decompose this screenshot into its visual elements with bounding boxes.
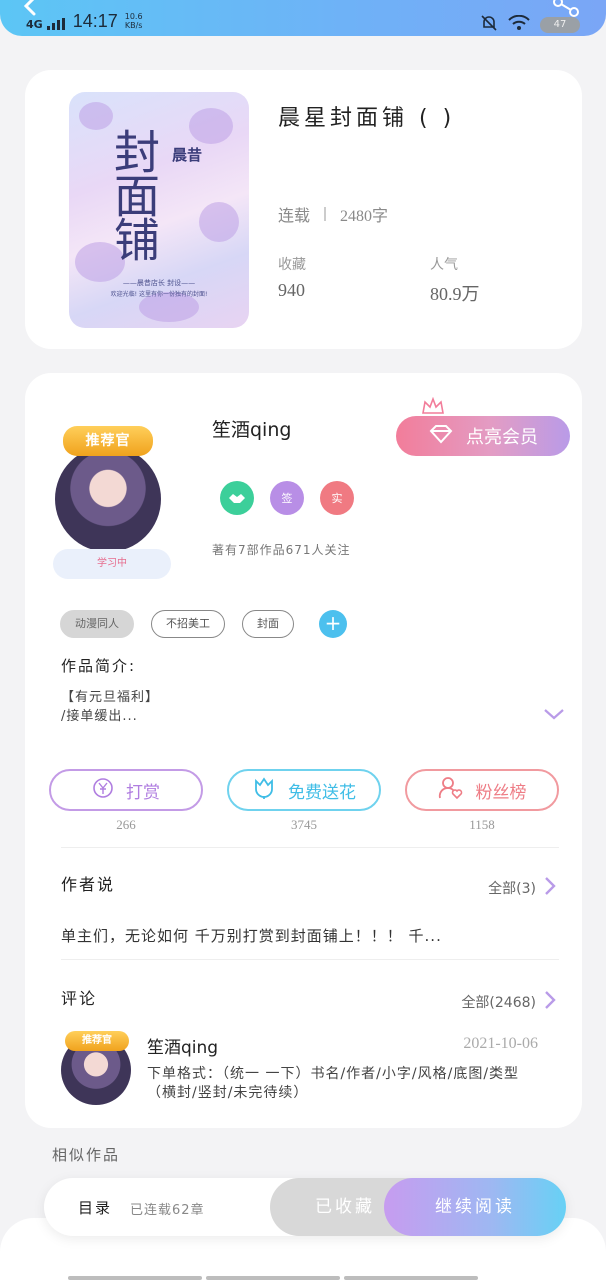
- word-count: 2480字: [340, 208, 389, 225]
- flower-count: 3745: [291, 817, 317, 832]
- similar-works-thumbnails: [68, 1276, 478, 1280]
- comment-text[interactable]: 下单格式：（统一 一下）书名/作者/小字/风格/底图/类型（横封/竖封/未完待续…: [147, 1065, 547, 1103]
- cover-line1: ——晨昔店长 封设——: [122, 279, 196, 287]
- wifi-icon: [508, 14, 530, 35]
- continue-reading-button[interactable]: 继续阅读: [384, 1178, 566, 1236]
- role-badges: 签 实: [220, 481, 354, 515]
- handshake-icon: [220, 481, 254, 515]
- avatar[interactable]: [55, 446, 161, 552]
- tag-item[interactable]: 动漫同人: [60, 610, 134, 638]
- chevron-down-icon[interactable]: [543, 706, 565, 725]
- fans-rank-button[interactable]: 粉丝榜: [405, 769, 559, 811]
- toc-button[interactable]: 目录: [78, 1197, 112, 1218]
- author-says-text[interactable]: 单主们，无论如何 千万别打赏到封面铺上！！！ 千...: [61, 925, 442, 946]
- toc-chapter-info: 已连载62章: [130, 1203, 205, 1218]
- signal-icon: [46, 18, 65, 30]
- popularity-label: 人气: [430, 257, 458, 273]
- mute-bell-icon: [480, 14, 498, 36]
- fans-action: 粉丝榜 1158: [405, 769, 559, 833]
- recommend-badge: 推荐官: [63, 426, 153, 456]
- flower-icon: [252, 776, 276, 804]
- book-title: 晨星封面铺 ( ): [278, 106, 456, 131]
- diamond-icon: [428, 424, 454, 449]
- cover-title: 封面铺: [107, 128, 161, 260]
- send-flower-button[interactable]: 免费送花: [227, 769, 381, 811]
- chevron-right-icon: [544, 990, 556, 1014]
- thumbnail[interactable]: [206, 1276, 340, 1280]
- bottom-action-bar: 目录 已连载62章 已收藏 继续阅读: [44, 1178, 566, 1236]
- works-summary: 著有7部作品671人关注: [212, 543, 351, 557]
- comments-more-link[interactable]: 全部(2468): [461, 990, 556, 1014]
- intro-line: 【有元旦福利】: [61, 690, 160, 705]
- author-says-title: 作者说: [61, 875, 116, 894]
- comment-recommend-badge: 推荐官: [65, 1031, 129, 1051]
- verified-badge: 实: [320, 481, 354, 515]
- intro-text: 【有元旦福利】 /接单缓出...: [61, 688, 159, 726]
- intro-line: /接单缓出...: [61, 709, 138, 724]
- intro-label: 作品简介:: [61, 657, 137, 675]
- add-tag-button[interactable]: +: [319, 610, 347, 638]
- network-speed: 10.6 KB/s: [125, 12, 143, 30]
- share-icon[interactable]: [552, 0, 580, 22]
- thumbnail[interactable]: [344, 1276, 478, 1280]
- vip-button[interactable]: 点亮会员: [396, 416, 570, 456]
- book-status-row: 连载 2480字: [278, 202, 388, 226]
- book-cover[interactable]: 封面铺 晨昔 ——晨昔店长 封设—— 欢迎光临! 这里有你一份独有的封面!: [69, 92, 249, 328]
- comments-title: 评论: [61, 989, 98, 1008]
- comment-author-name[interactable]: 笙酒qing: [147, 1033, 218, 1058]
- speed-value: 10.6: [124, 12, 143, 21]
- status-left: 4G 14:17 10.6 KB/s: [26, 12, 143, 30]
- reward-action: 打赏 266: [49, 769, 203, 833]
- author-says-more-label: 全部(3): [488, 881, 536, 897]
- cover-petal: [199, 202, 239, 242]
- status-bar: 4G 14:17 10.6 KB/s 47: [0, 0, 606, 36]
- tag-item[interactable]: 封面: [242, 610, 294, 638]
- reward-button[interactable]: 打赏: [49, 769, 203, 811]
- serial-status: 连载: [278, 206, 311, 225]
- send-flower-label: 免费送花: [288, 782, 356, 803]
- favorites-value: 940: [278, 280, 305, 300]
- author-card: 推荐官 学习中 笙酒qing 点亮会员 签 实 著有7部作品671人关注 动漫同…: [25, 373, 582, 1128]
- chevron-right-icon: [544, 876, 556, 900]
- cover-petal: [79, 102, 113, 130]
- reward-label: 打赏: [126, 782, 160, 803]
- author-name[interactable]: 笙酒qing: [212, 415, 291, 442]
- comment-date: 2021-10-06: [463, 1035, 538, 1052]
- flower-action: 免费送花 3745: [227, 769, 381, 833]
- yen-icon: [92, 777, 114, 804]
- favorites-label: 收藏: [278, 257, 306, 273]
- author-says-more-link[interactable]: 全部(3): [488, 876, 556, 900]
- action-row: 打赏 266 免费送花 3745 粉丝榜 1158: [49, 769, 559, 833]
- fans-count: 1158: [469, 817, 495, 832]
- fans-rank-label: 粉丝榜: [475, 782, 527, 803]
- similar-works-title: 相似作品: [52, 1146, 121, 1164]
- divider: [61, 959, 559, 960]
- thumbnail[interactable]: [68, 1276, 202, 1280]
- clock-time: 14:17: [72, 11, 118, 31]
- speed-unit: KB/s: [124, 21, 143, 30]
- comments-more-label: 全部(2468): [461, 995, 536, 1011]
- cover-petal: [189, 108, 233, 144]
- reward-count: 266: [116, 817, 136, 832]
- fans-icon: [438, 776, 464, 805]
- cover-subtitle: 晨昔: [172, 146, 203, 164]
- learning-badge: 学习中: [53, 549, 171, 579]
- popularity-value: 80.9万: [430, 284, 480, 304]
- vip-button-label: 点亮会员: [466, 427, 538, 448]
- book-info-card: 封面铺 晨昔 ——晨昔店长 封设—— 欢迎光临! 这里有你一份独有的封面! 晨星…: [25, 70, 582, 349]
- divider: [61, 847, 559, 848]
- author-avatar-wrap[interactable]: 推荐官: [55, 418, 165, 552]
- divider: [324, 207, 327, 221]
- tag-item[interactable]: 不招美工: [151, 610, 225, 638]
- signed-badge: 签: [270, 481, 304, 515]
- cover-line2: 欢迎光临! 这里有你一份独有的封面!: [110, 291, 208, 298]
- network-type: 4G: [26, 18, 43, 31]
- tag-list: 动漫同人 不招美工 封面 +: [60, 610, 347, 638]
